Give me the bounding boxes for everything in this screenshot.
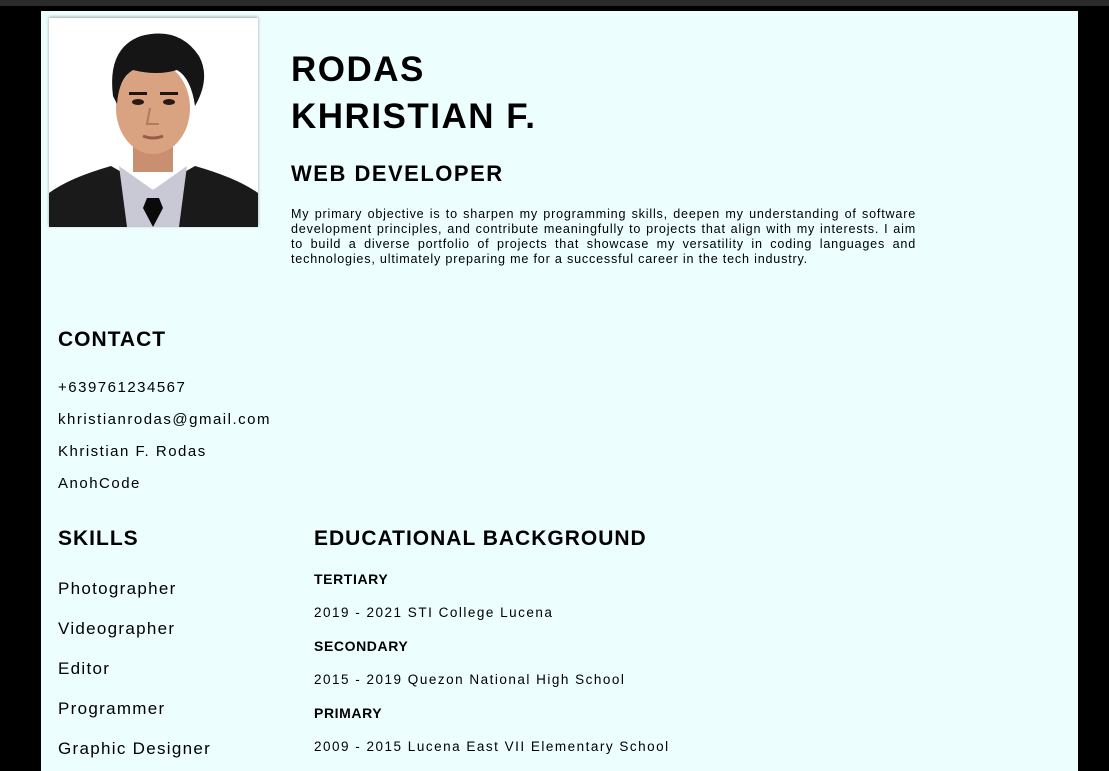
skill-item: Photographer (58, 579, 177, 598)
education-level-tertiary: TERTIARY (314, 571, 389, 587)
contact-phone: +639761234567 (58, 379, 187, 396)
full-name: RODAS KHRISTIAN F. (291, 46, 537, 140)
contact-section: CONTACT +639761234567 khristianrodas@gma… (58, 328, 271, 500)
skill-item: Programmer (58, 699, 166, 718)
education-section: EDUCATIONAL BACKGROUND TERTIARY 2019 - 2… (314, 527, 670, 754)
last-name: RODAS (291, 50, 425, 89)
contact-handle: AnohCode (58, 475, 141, 492)
education-title: EDUCATIONAL BACKGROUND (314, 527, 647, 550)
education-level-primary: PRIMARY (314, 705, 383, 721)
profile-photo-image (49, 18, 258, 227)
skill-item: Graphic Designer (58, 739, 212, 758)
skill-item: Videographer (58, 619, 176, 638)
skill-item: Editor (58, 659, 111, 678)
career-objective: My primary objective is to sharpen my pr… (291, 207, 916, 266)
contact-list: +639761234567 khristianrodas@gmail.com K… (58, 372, 271, 500)
contact-title: CONTACT (58, 328, 167, 351)
contact-email: khristianrodas@gmail.com (58, 411, 271, 428)
education-detail-tertiary: 2019 - 2021 STI College Lucena (314, 605, 554, 620)
contact-name: Khristian F. Rodas (58, 443, 207, 460)
skills-title: SKILLS (58, 527, 139, 550)
education-detail-primary: 2009 - 2015 Lucena East VII Elementary S… (314, 739, 670, 754)
skills-section: SKILLS Photographer Videographer Editor … (58, 527, 211, 769)
job-title: WEB DEVELOPER (291, 161, 504, 186)
education-level-secondary: SECONDARY (314, 638, 409, 654)
education-detail-secondary: 2015 - 2019 Quezon National High School (314, 672, 626, 687)
first-name: KHRISTIAN F. (291, 97, 537, 136)
profile-photo (49, 18, 258, 227)
browser-top-bar (0, 0, 1109, 6)
resume-page: RODAS KHRISTIAN F. WEB DEVELOPER My prim… (41, 11, 1078, 771)
skills-list: Photographer Videographer Editor Program… (58, 569, 211, 769)
